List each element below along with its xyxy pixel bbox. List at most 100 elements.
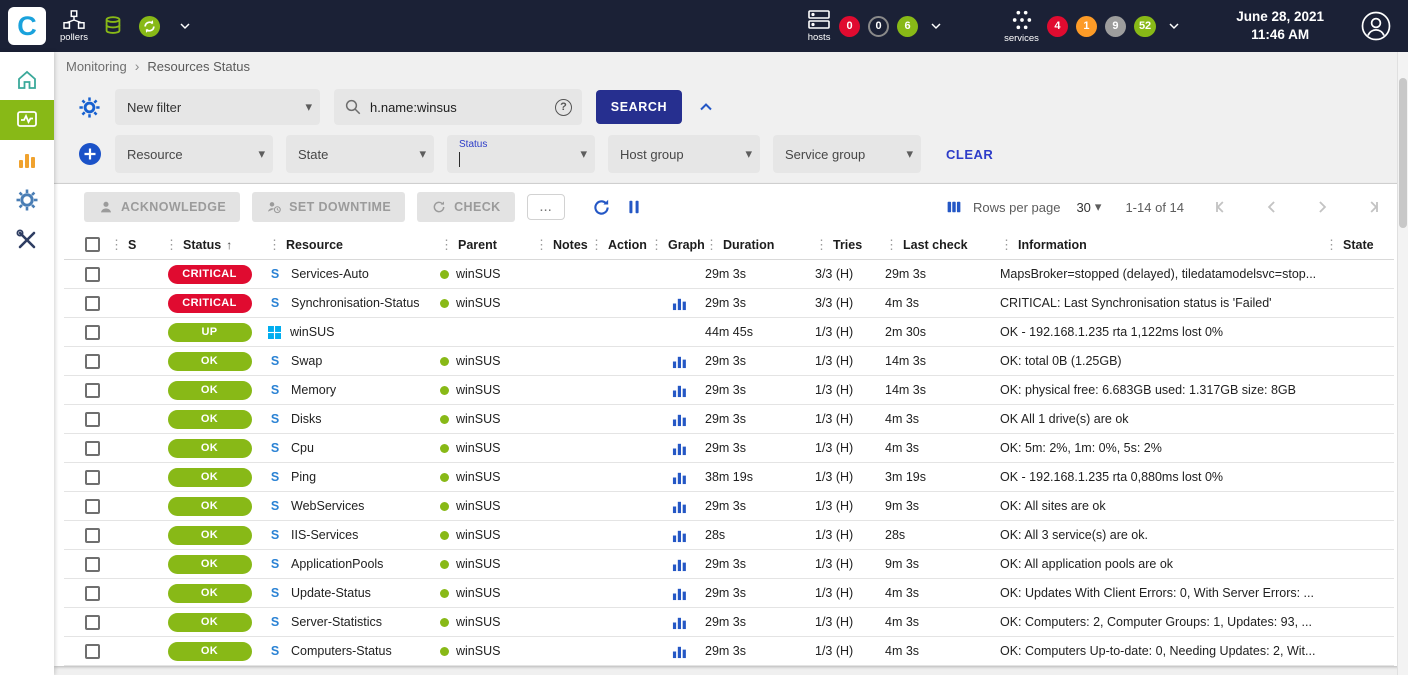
database-menu[interactable] — [102, 15, 124, 37]
graph-icon[interactable] — [672, 528, 687, 543]
user-profile-button[interactable] — [1360, 10, 1392, 42]
row-checkbox[interactable] — [85, 412, 100, 427]
table-row[interactable]: OK S IIS-Services winSUS — [64, 521, 1394, 550]
drag-handle-icon[interactable]: ⋮ — [815, 237, 828, 253]
column-header-status[interactable]: ⋮ Status ↑ — [165, 237, 268, 253]
row-checkbox[interactable] — [85, 383, 100, 398]
pollers-menu[interactable]: pollers — [60, 10, 88, 43]
search-button[interactable]: SEARCH — [596, 90, 682, 124]
table-row[interactable]: OK S WebServices winSUS — [64, 492, 1394, 521]
table-row[interactable]: OK S Computers-Status winSUS — [64, 637, 1394, 666]
resource-name[interactable]: Synchronisation-Status — [291, 296, 420, 310]
hosts-pending-count[interactable]: 0 — [868, 16, 889, 37]
table-row[interactable]: OK S Memory winSUS — [64, 376, 1394, 405]
sidebar-item-configuration[interactable] — [0, 180, 54, 220]
graph-icon[interactable] — [672, 615, 687, 630]
services-ok-count[interactable]: 52 — [1134, 16, 1156, 37]
graph-icon[interactable] — [672, 586, 687, 601]
drag-handle-icon[interactable]: ⋮ — [268, 237, 281, 253]
table-row[interactable]: OK S Cpu winSUS — [64, 434, 1394, 463]
row-checkbox[interactable] — [85, 470, 100, 485]
resource-name[interactable]: Ping — [291, 470, 316, 484]
resource-name[interactable]: IIS-Services — [291, 528, 358, 542]
state-filter-dropdown[interactable]: State ▾ — [286, 135, 434, 173]
breadcrumb-monitoring[interactable]: Monitoring — [66, 59, 127, 74]
pollers-chevron-down-icon[interactable] — [177, 18, 193, 34]
hosts-up-count[interactable]: 6 — [897, 16, 918, 37]
edit-columns-button[interactable] — [945, 198, 963, 216]
clear-filters-button[interactable]: CLEAR — [946, 147, 993, 162]
column-header-action[interactable]: ⋮ Action — [590, 237, 650, 253]
drag-handle-icon[interactable]: ⋮ — [590, 237, 603, 253]
services-unknown-count[interactable]: 9 — [1105, 16, 1126, 37]
row-checkbox[interactable] — [85, 296, 100, 311]
centreon-logo[interactable]: C — [8, 7, 46, 45]
graph-icon[interactable] — [672, 644, 687, 659]
sidebar-item-administration[interactable] — [0, 220, 54, 260]
select-all-checkbox[interactable] — [85, 237, 100, 252]
graph-icon[interactable] — [672, 557, 687, 572]
table-row[interactable]: CRITICAL S Services-Auto winSUS — [64, 260, 1394, 289]
drag-handle-icon[interactable]: ⋮ — [165, 237, 178, 253]
row-checkbox[interactable] — [85, 557, 100, 572]
table-row[interactable]: CRITICAL S Synchronisation-Status winSUS — [64, 289, 1394, 318]
parent-name[interactable]: winSUS — [456, 528, 500, 542]
table-row[interactable]: OK S Swap winSUS — [64, 347, 1394, 376]
rows-per-page-select[interactable]: 30 ▾ — [1076, 199, 1101, 215]
graph-icon[interactable] — [672, 354, 687, 369]
services-menu[interactable]: services — [1004, 9, 1039, 44]
next-page-button[interactable] — [1302, 193, 1342, 221]
resource-name[interactable]: Memory — [291, 383, 336, 397]
check-button[interactable]: CHECK — [417, 192, 514, 222]
sort-ascending-icon[interactable]: ↑ — [226, 238, 232, 252]
parent-name[interactable]: winSUS — [456, 412, 500, 426]
parent-name[interactable]: winSUS — [456, 557, 500, 571]
parent-name[interactable]: winSUS — [456, 296, 500, 310]
saved-filter-select[interactable]: New filter ▾ — [115, 89, 320, 125]
drag-handle-icon[interactable]: ⋮ — [535, 237, 548, 253]
sidebar-item-home[interactable] — [0, 60, 54, 100]
resource-name[interactable]: Update-Status — [291, 586, 371, 600]
previous-page-button[interactable] — [1252, 193, 1292, 221]
row-checkbox[interactable] — [85, 267, 100, 282]
resource-filter-dropdown[interactable]: Resource ▾ — [115, 135, 273, 173]
drag-handle-icon[interactable]: ⋮ — [1325, 237, 1338, 253]
column-header-parent[interactable]: ⋮ Parent — [440, 237, 535, 253]
pause-autorefresh-button[interactable] — [624, 197, 644, 217]
resource-name[interactable]: Cpu — [291, 441, 314, 455]
parent-name[interactable]: winSUS — [456, 586, 500, 600]
resource-name[interactable]: winSUS — [290, 325, 334, 339]
parent-name[interactable]: winSUS — [456, 470, 500, 484]
drag-handle-icon[interactable]: ⋮ — [650, 237, 663, 253]
row-checkbox[interactable] — [85, 354, 100, 369]
resource-name[interactable]: WebServices — [291, 499, 364, 513]
set-downtime-button[interactable]: SET DOWNTIME — [252, 192, 405, 222]
column-header-notes[interactable]: ⋮ Notes — [535, 237, 590, 253]
status-filter-dropdown[interactable]: Status ▾ — [447, 135, 595, 173]
drag-handle-icon[interactable]: ⋮ — [705, 237, 718, 253]
table-row[interactable]: UP S winSUS — [64, 318, 1394, 347]
resource-name[interactable]: Disks — [291, 412, 322, 426]
graph-icon[interactable] — [672, 441, 687, 456]
column-header-severity[interactable]: ⋮ S — [110, 237, 165, 253]
services-chevron-down-icon[interactable] — [1166, 18, 1182, 34]
parent-name[interactable]: winSUS — [456, 383, 500, 397]
parent-name[interactable]: winSUS — [456, 644, 500, 658]
add-criteria-button[interactable] — [78, 142, 102, 166]
drag-handle-icon[interactable]: ⋮ — [1000, 237, 1013, 253]
first-page-button[interactable] — [1202, 193, 1242, 221]
collapse-filters-button[interactable] — [696, 97, 716, 117]
drag-handle-icon[interactable]: ⋮ — [885, 237, 898, 253]
row-checkbox[interactable] — [85, 644, 100, 659]
resource-name[interactable]: ApplicationPools — [291, 557, 383, 571]
graph-icon[interactable] — [672, 470, 687, 485]
parent-name[interactable]: winSUS — [456, 499, 500, 513]
row-checkbox[interactable] — [85, 325, 100, 340]
row-checkbox[interactable] — [85, 586, 100, 601]
more-actions-button[interactable]: ... — [527, 194, 565, 220]
resource-name[interactable]: Server-Statistics — [291, 615, 382, 629]
parent-name[interactable]: winSUS — [456, 267, 500, 281]
last-page-button[interactable] — [1352, 193, 1392, 221]
table-row[interactable]: OK S Update-Status winSUS — [64, 579, 1394, 608]
search-help-icon[interactable]: ? — [555, 99, 572, 116]
